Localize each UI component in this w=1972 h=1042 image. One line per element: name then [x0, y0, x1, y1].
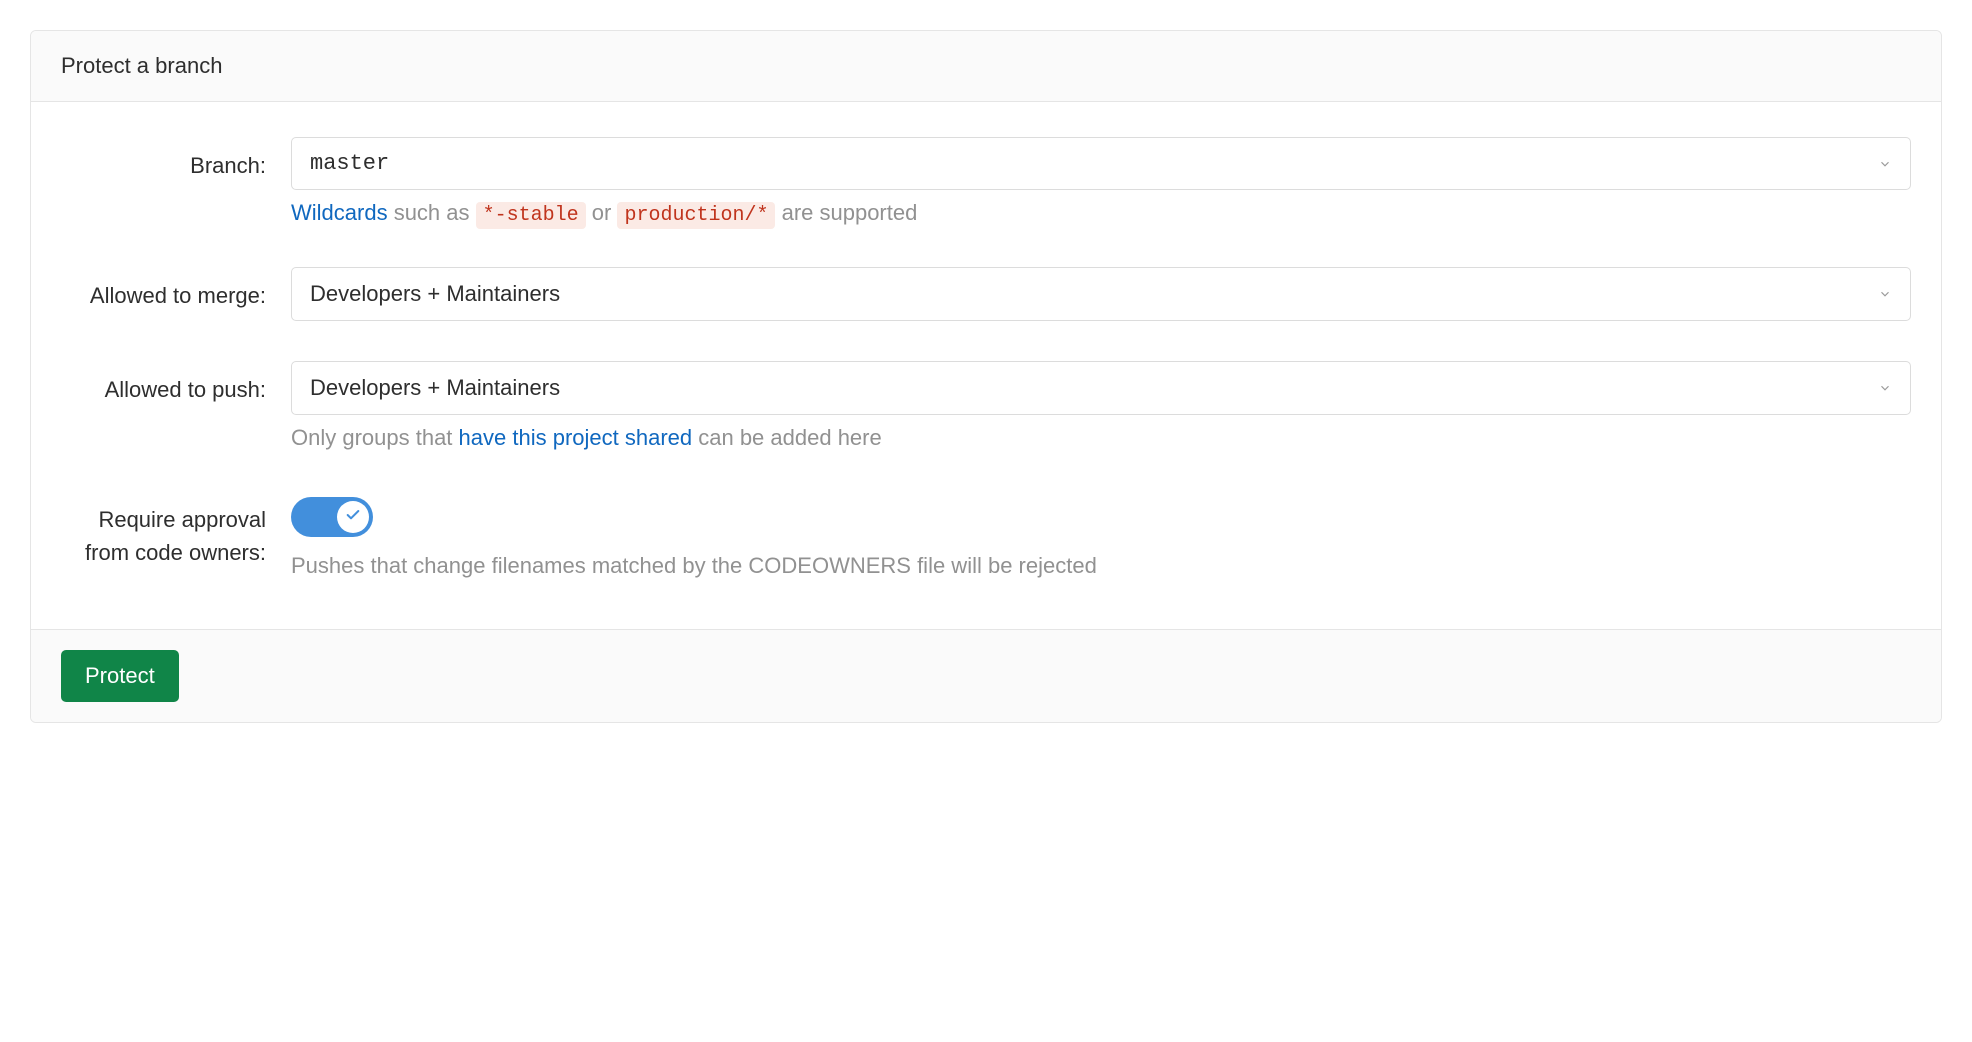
branch-hint: Wildcards such as *-stable or production… [291, 200, 1911, 227]
panel-body: Branch: master Wildcards such as *-stabl… [31, 102, 1941, 629]
chevron-down-icon [1878, 381, 1892, 395]
check-icon [345, 506, 361, 529]
merge-select-value: Developers + Maintainers [310, 281, 560, 307]
branch-label: Branch: [61, 137, 291, 182]
chevron-down-icon [1878, 157, 1892, 171]
push-label: Allowed to push: [61, 361, 291, 406]
codeowners-label: Require approval from code owners: [61, 491, 291, 569]
push-field-wrap: Developers + Maintainers Only groups tha… [291, 361, 1911, 451]
panel-header: Protect a branch [31, 31, 1941, 102]
merge-select[interactable]: Developers + Maintainers [291, 267, 1911, 321]
branch-hint-code1: *-stable [476, 202, 586, 229]
merge-row: Allowed to merge: Developers + Maintaine… [61, 267, 1911, 321]
chevron-down-icon [1878, 287, 1892, 301]
merge-label: Allowed to merge: [61, 267, 291, 312]
protect-button[interactable]: Protect [61, 650, 179, 702]
codeowners-hint: Pushes that change filenames matched by … [291, 553, 1911, 579]
branch-hint-text2: or [586, 200, 618, 225]
push-row: Allowed to push: Developers + Maintainer… [61, 361, 1911, 451]
wildcards-link[interactable]: Wildcards [291, 200, 388, 225]
protect-branch-panel: Protect a branch Branch: master Wildcard… [30, 30, 1942, 723]
push-select[interactable]: Developers + Maintainers [291, 361, 1911, 415]
codeowners-toggle[interactable] [291, 497, 373, 537]
codeowners-field-wrap: Pushes that change filenames matched by … [291, 491, 1911, 579]
branch-select-value: master [310, 151, 389, 176]
branch-row: Branch: master Wildcards such as *-stabl… [61, 137, 1911, 227]
panel-title: Protect a branch [61, 53, 222, 78]
branch-hint-code2: production/* [617, 202, 775, 229]
panel-footer: Protect [31, 629, 1941, 722]
push-hint: Only groups that have this project share… [291, 425, 1911, 451]
merge-field-wrap: Developers + Maintainers [291, 267, 1911, 321]
project-shared-link[interactable]: have this project shared [459, 425, 693, 450]
toggle-knob [337, 501, 369, 533]
codeowners-row: Require approval from code owners: Pushe… [61, 491, 1911, 579]
branch-hint-text3: are supported [775, 200, 917, 225]
branch-field-wrap: master Wildcards such as *-stable or pro… [291, 137, 1911, 227]
push-hint-suffix: can be added here [692, 425, 882, 450]
branch-select[interactable]: master [291, 137, 1911, 190]
push-select-value: Developers + Maintainers [310, 375, 560, 401]
branch-hint-text1: such as [388, 200, 476, 225]
push-hint-prefix: Only groups that [291, 425, 459, 450]
